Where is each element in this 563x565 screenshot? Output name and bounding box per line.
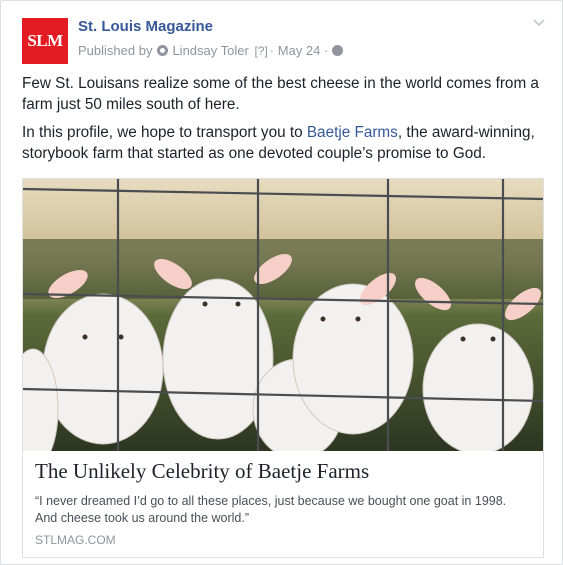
card-body[interactable]: The Unlikely Celebrity of Baetje Farms “…: [23, 451, 543, 557]
card-title[interactable]: The Unlikely Celebrity of Baetje Farms: [35, 459, 369, 484]
meta-separator-2: ·: [324, 43, 329, 58]
meta-separator: ·: [269, 43, 275, 58]
post-meta: Published by Lindsay Toler [?] · May 24 …: [78, 43, 344, 58]
page-name-link[interactable]: St. Louis Magazine: [78, 18, 213, 35]
published-by-label: Published by: [78, 43, 153, 58]
post-date-link[interactable]: May 24: [278, 43, 321, 58]
feed-post: SLM St. Louis Magazine Published by Lind…: [0, 0, 563, 565]
post-paragraph-1: Few St. Louisans realize some of the bes…: [22, 75, 539, 113]
globe-privacy-icon[interactable]: [332, 45, 344, 56]
help-link[interactable]: [?]: [254, 44, 267, 58]
settings-gear-icon: [157, 45, 169, 56]
card-description: “I never dreamed I’d go to all these pla…: [35, 494, 507, 525]
baetje-farms-link[interactable]: Baetje Farms: [307, 124, 398, 141]
post-text: Few St. Louisans realize some of the bes…: [22, 73, 542, 171]
author-link[interactable]: Lindsay Toler: [172, 43, 248, 58]
link-preview-card[interactable]: The Unlikely Celebrity of Baetje Farms “…: [22, 178, 544, 558]
card-domain: STLMAG.COM: [35, 533, 116, 547]
post-paragraph-2: In this profile, we hope to transport yo…: [22, 124, 535, 162]
page-avatar[interactable]: SLM: [22, 18, 68, 64]
card-image-goats[interactable]: [23, 179, 543, 451]
chevron-down-icon[interactable]: [532, 18, 546, 28]
